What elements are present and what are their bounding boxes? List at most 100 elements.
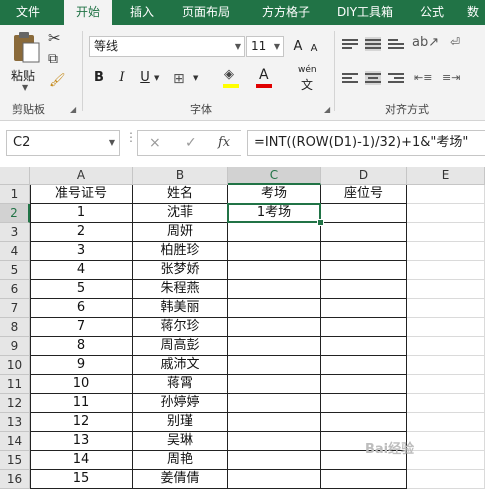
- fill-handle[interactable]: [317, 219, 324, 226]
- column-header-e[interactable]: E: [407, 167, 485, 185]
- cell-d4[interactable]: [321, 242, 407, 261]
- cell-c4[interactable]: [228, 242, 321, 261]
- wrap-text-icon[interactable]: ⏎: [450, 35, 460, 49]
- cell-e6[interactable]: [407, 280, 485, 299]
- shrink-font-button[interactable]: A: [308, 38, 320, 60]
- paste-button[interactable]: 粘贴 ▼: [8, 29, 44, 92]
- align-left-icon[interactable]: [342, 71, 358, 85]
- align-center-icon[interactable]: [365, 71, 381, 85]
- cell-c7[interactable]: [228, 299, 321, 318]
- align-middle-icon[interactable]: [365, 37, 381, 51]
- cell-e16[interactable]: [407, 470, 485, 489]
- cell-c13[interactable]: [228, 413, 321, 432]
- cell-d8[interactable]: [321, 318, 407, 337]
- align-right-icon[interactable]: [388, 71, 404, 85]
- cell-b11[interactable]: 蒋霄: [133, 375, 228, 394]
- cell-e1[interactable]: [407, 185, 485, 204]
- cell-c5[interactable]: [228, 261, 321, 280]
- row-header-2[interactable]: 2: [0, 204, 30, 223]
- increase-indent-icon[interactable]: ≡⇥: [442, 71, 460, 84]
- cell-a1[interactable]: 准号证号: [30, 185, 133, 204]
- cell-b1[interactable]: 姓名: [133, 185, 228, 204]
- cell-e14[interactable]: [407, 432, 485, 451]
- cell-b8[interactable]: 蒋尔珍: [133, 318, 228, 337]
- cell-b6[interactable]: 朱程燕: [133, 280, 228, 299]
- cell-c11[interactable]: [228, 375, 321, 394]
- row-header-15[interactable]: 15: [0, 451, 30, 470]
- cell-a5[interactable]: 4: [30, 261, 133, 280]
- font-size-select[interactable]: 11 ▼: [246, 36, 284, 57]
- cell-a7[interactable]: 6: [30, 299, 133, 318]
- grow-font-button[interactable]: A: [291, 36, 305, 58]
- cell-a12[interactable]: 11: [30, 394, 133, 413]
- cell-b9[interactable]: 周高彭: [133, 337, 228, 356]
- copy-icon[interactable]: ⧉: [48, 51, 58, 67]
- cell-e11[interactable]: [407, 375, 485, 394]
- phonetic-button[interactable]: wén 文: [298, 65, 322, 92]
- row-header-14[interactable]: 14: [0, 432, 30, 451]
- cell-a10[interactable]: 9: [30, 356, 133, 375]
- select-all-corner[interactable]: [0, 167, 30, 185]
- cell-c9[interactable]: [228, 337, 321, 356]
- cell-e8[interactable]: [407, 318, 485, 337]
- tab-file[interactable]: 文件: [6, 0, 50, 25]
- cell-d10[interactable]: [321, 356, 407, 375]
- row-header-10[interactable]: 10: [0, 356, 30, 375]
- cell-e15[interactable]: [407, 451, 485, 470]
- cell-d7[interactable]: [321, 299, 407, 318]
- cell-d9[interactable]: [321, 337, 407, 356]
- row-header-11[interactable]: 11: [0, 375, 30, 394]
- font-launcher-icon[interactable]: ◢: [324, 105, 330, 114]
- cell-d13[interactable]: [321, 413, 407, 432]
- cell-d3[interactable]: [321, 223, 407, 242]
- chevron-down-icon[interactable]: ▼: [154, 74, 159, 82]
- cell-d5[interactable]: [321, 261, 407, 280]
- row-header-12[interactable]: 12: [0, 394, 30, 413]
- row-header-13[interactable]: 13: [0, 413, 30, 432]
- cell-a13[interactable]: 12: [30, 413, 133, 432]
- enter-icon[interactable]: ✓: [185, 131, 197, 155]
- cell-b16[interactable]: 姜倩倩: [133, 470, 228, 489]
- italic-button[interactable]: I: [113, 67, 131, 89]
- cell-d1[interactable]: 座位号: [321, 185, 407, 204]
- tab-fangfang[interactable]: 方方格子: [250, 0, 322, 25]
- cut-icon[interactable]: ✂: [48, 29, 61, 47]
- name-box[interactable]: C2 ▼: [6, 130, 120, 156]
- row-header-9[interactable]: 9: [0, 337, 30, 356]
- orientation-icon[interactable]: ab↗: [412, 35, 439, 50]
- tab-home[interactable]: 开始: [64, 0, 112, 25]
- cell-a2[interactable]: 1: [30, 204, 133, 223]
- cell-b13[interactable]: 别瑾: [133, 413, 228, 432]
- cell-c12[interactable]: [228, 394, 321, 413]
- tab-page-layout[interactable]: 页面布局: [172, 0, 240, 25]
- column-header-b[interactable]: B: [133, 167, 228, 185]
- underline-button[interactable]: U: [136, 67, 154, 89]
- cell-a4[interactable]: 3: [30, 242, 133, 261]
- cell-e10[interactable]: [407, 356, 485, 375]
- tab-diy-toolbox[interactable]: DIY工具箱: [330, 0, 400, 25]
- cell-e13[interactable]: [407, 413, 485, 432]
- cell-d16[interactable]: [321, 470, 407, 489]
- bold-button[interactable]: B: [90, 67, 108, 89]
- cell-e9[interactable]: [407, 337, 485, 356]
- cell-a14[interactable]: 13: [30, 432, 133, 451]
- cancel-icon[interactable]: ×: [149, 131, 161, 155]
- cell-a15[interactable]: 14: [30, 451, 133, 470]
- cell-b15[interactable]: 周艳: [133, 451, 228, 470]
- column-header-a[interactable]: A: [30, 167, 133, 185]
- row-header-8[interactable]: 8: [0, 318, 30, 337]
- row-header-6[interactable]: 6: [0, 280, 30, 299]
- cell-e2[interactable]: [407, 204, 485, 223]
- cell-a11[interactable]: 10: [30, 375, 133, 394]
- cell-c3[interactable]: [228, 223, 321, 242]
- tab-formulas[interactable]: 公式: [410, 0, 454, 25]
- cell-a16[interactable]: 15: [30, 470, 133, 489]
- cell-e5[interactable]: [407, 261, 485, 280]
- cell-e3[interactable]: [407, 223, 485, 242]
- cell-c10[interactable]: [228, 356, 321, 375]
- cell-b2[interactable]: 沈菲: [133, 204, 228, 223]
- chevron-down-icon[interactable]: ▼: [193, 74, 198, 82]
- tab-insert[interactable]: 插入: [122, 0, 162, 25]
- cell-d11[interactable]: [321, 375, 407, 394]
- cell-a8[interactable]: 7: [30, 318, 133, 337]
